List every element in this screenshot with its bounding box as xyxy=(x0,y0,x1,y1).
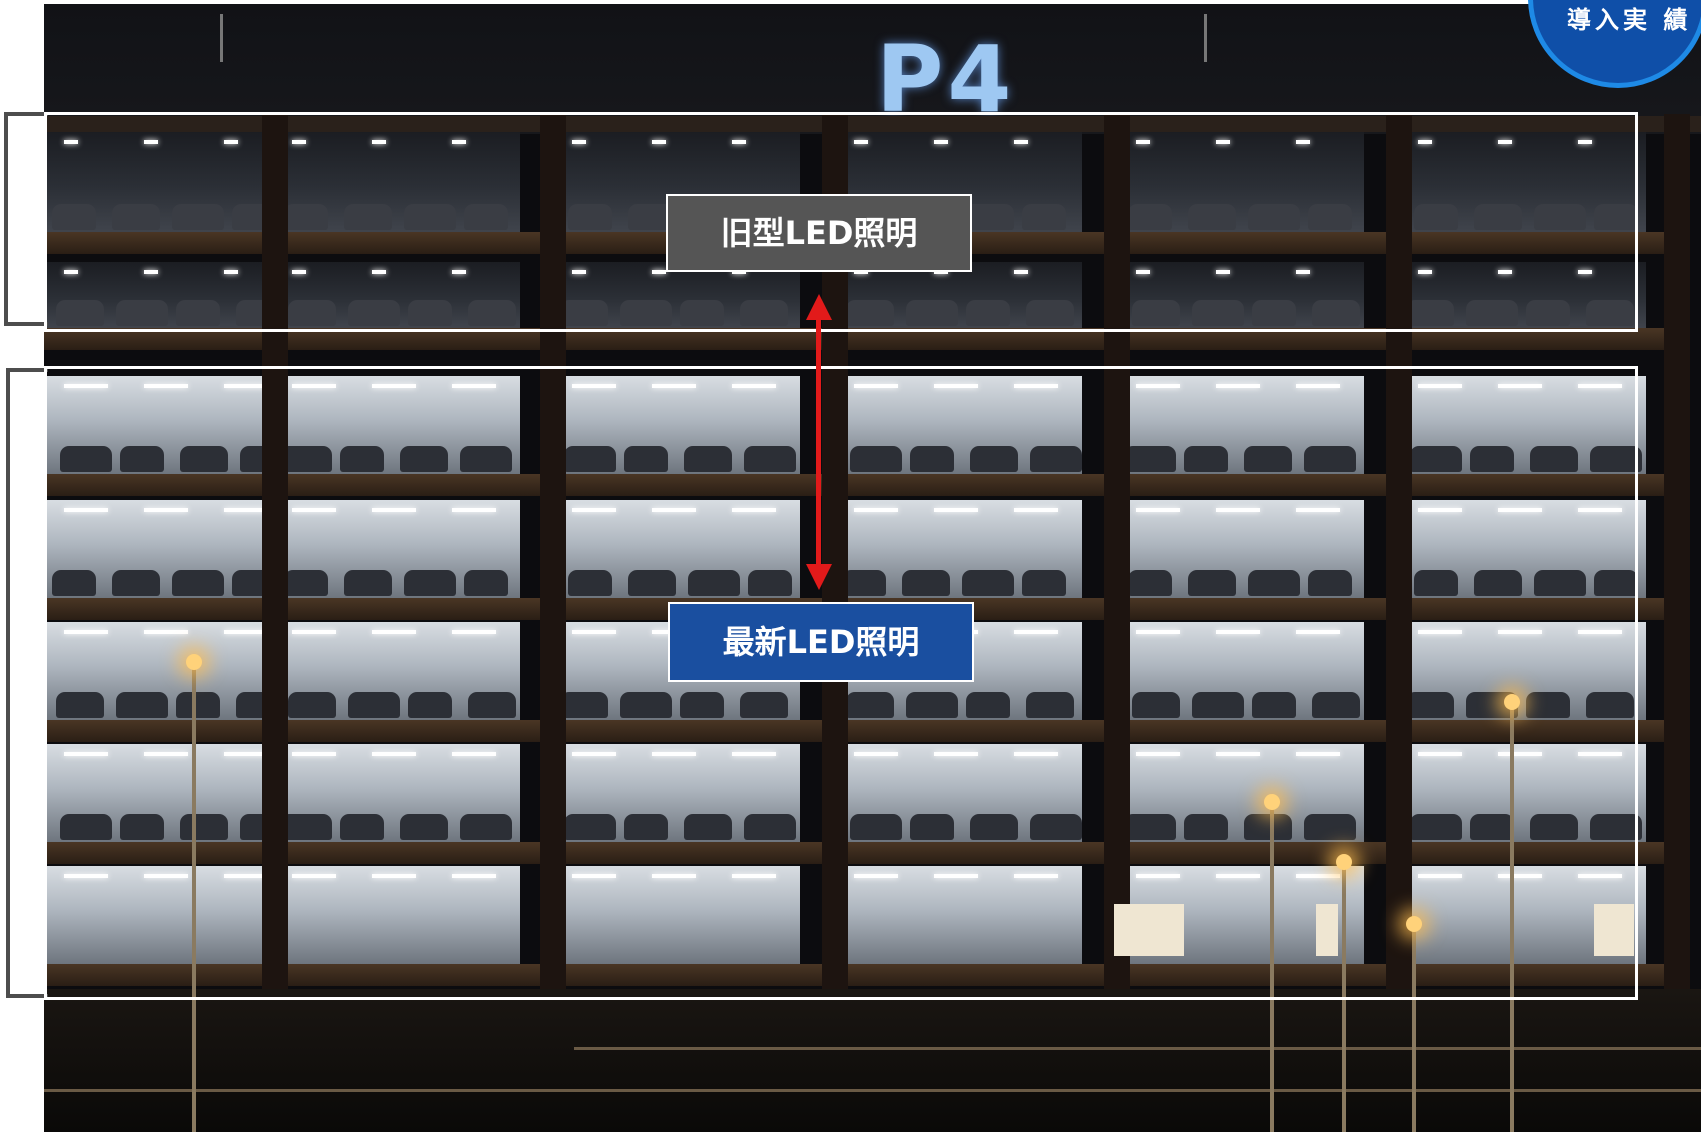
comparison-arrow-shaft xyxy=(816,312,821,572)
new-led-label: 最新LED照明 xyxy=(668,602,974,682)
rooftop-pole xyxy=(220,14,223,62)
old-led-label: 旧型LED照明 xyxy=(666,194,972,272)
guard-rail xyxy=(574,1047,1701,1050)
arrow-up-icon xyxy=(806,294,832,320)
arrow-down-icon xyxy=(806,564,832,590)
new-led-bracket xyxy=(6,368,48,998)
achievements-badge-text: 導入実 績 xyxy=(1567,6,1692,34)
guard-rail xyxy=(44,1089,1701,1092)
concrete-column xyxy=(1664,114,1690,994)
rooftop-pole xyxy=(1204,14,1207,62)
ground-road xyxy=(44,989,1701,1132)
new-led-frame xyxy=(44,366,1638,1000)
old-led-bracket xyxy=(4,112,48,326)
